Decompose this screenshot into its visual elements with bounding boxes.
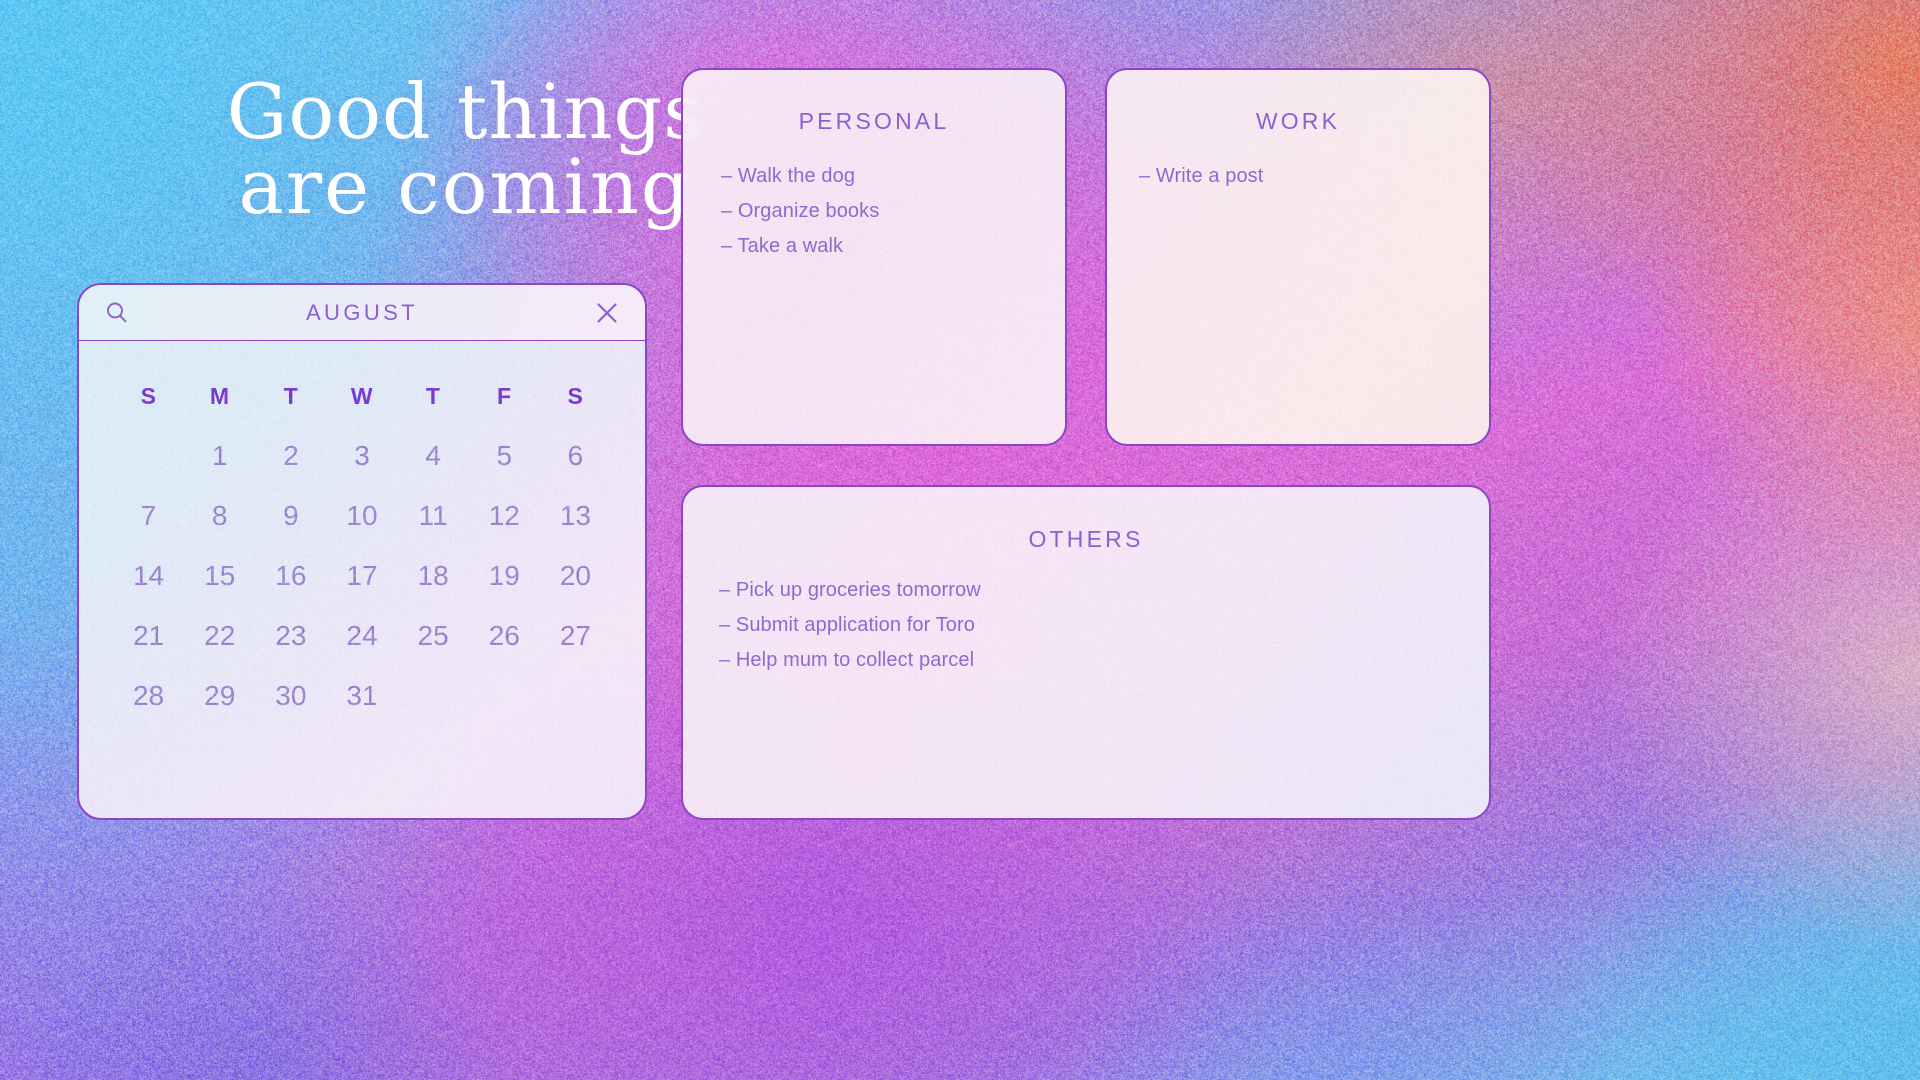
calendar-day-cell[interactable]: 27: [540, 612, 611, 660]
others-task-card: OTHERS – Pick up groceries tomorrow – Sub…: [681, 485, 1491, 820]
calendar-day-cell[interactable]: 20: [540, 552, 611, 600]
work-card-title: WORK: [1107, 70, 1489, 135]
calendar-day-cell[interactable]: 23: [255, 612, 326, 660]
calendar-day-cell[interactable]: 31: [326, 672, 397, 720]
close-icon[interactable]: [593, 299, 621, 327]
calendar-day-cell[interactable]: 13: [540, 492, 611, 540]
calendar-day-cell[interactable]: 15: [184, 552, 255, 600]
calendar-day-cell[interactable]: 26: [469, 612, 540, 660]
search-icon[interactable]: [103, 299, 131, 327]
calendar-day-cell[interactable]: 5: [469, 432, 540, 480]
task-item[interactable]: – Organize books: [721, 198, 1065, 225]
calendar-card: AUGUST SMTWTFS 1 2 3 4 5 6 7 8 9 10 11 12 13 14 15 16 17…: [77, 283, 647, 820]
calendar-day-cell[interactable]: 29: [184, 672, 255, 720]
calendar-day-cell[interactable]: 22: [184, 612, 255, 660]
calendar-month-label: AUGUST: [131, 300, 593, 326]
calendar-day-cell[interactable]: 2: [255, 432, 326, 480]
task-item[interactable]: – Take a walk: [721, 233, 1065, 260]
calendar-day-cell[interactable]: 28: [113, 672, 184, 720]
calendar-week-row: 7 8 9 10 11 12 13: [113, 492, 611, 540]
work-task-card: WORK – Write a post: [1105, 68, 1491, 446]
calendar-header: AUGUST: [79, 285, 645, 341]
calendar-weekday: F: [469, 383, 540, 410]
task-item[interactable]: – Help mum to collect parcel: [719, 647, 1489, 674]
calendar-day-cell[interactable]: 12: [469, 492, 540, 540]
calendar-day-cell[interactable]: 1: [184, 432, 255, 480]
calendar-weekday: T: [255, 383, 326, 410]
personal-card-title: PERSONAL: [683, 70, 1065, 135]
calendar-week-row: 14 15 16 17 18 19 20: [113, 552, 611, 600]
calendar-weekday: S: [113, 383, 184, 410]
calendar-day-empty: [113, 432, 184, 480]
calendar-day-cell[interactable]: 3: [326, 432, 397, 480]
calendar-week-row: 123456: [113, 432, 611, 480]
calendar-day-cell[interactable]: 8: [184, 492, 255, 540]
calendar-date-rows: 1 2 3 4 5 6 7 8 9 10 11 12 13 14 15 16 17 18 19 20 21 22 23 24 2…: [113, 432, 611, 720]
others-card-title: OTHERS: [683, 487, 1489, 553]
calendar-day-cell[interactable]: 4: [398, 432, 469, 480]
calendar-day-cell[interactable]: 21: [113, 612, 184, 660]
calendar-day-empty: [398, 672, 469, 720]
task-item[interactable]: – Walk the dog: [721, 163, 1065, 190]
calendar-weekday: M: [184, 383, 255, 410]
calendar-day-cell[interactable]: 25: [398, 612, 469, 660]
calendar-weekday: S: [540, 383, 611, 410]
calendar-weekday-row: SMTWTFS: [113, 383, 611, 410]
calendar-day-cell[interactable]: 18: [398, 552, 469, 600]
calendar-weekday: W: [326, 383, 397, 410]
calendar-week-row: 28 29 30 31: [113, 672, 611, 720]
wallpaper-canvas: Good things are coming AUGUST SMTWTFS 1 …: [0, 0, 1920, 1080]
others-task-list: – Pick up groceries tomorrow – Submit app…: [683, 577, 1489, 675]
calendar-grid: SMTWTFS 1 2 3 4 5 6 7 8 9 10 11 12 13 14 15 16 17 18 19 20 2…: [79, 341, 645, 720]
task-item[interactable]: – Pick up groceries tomorrow: [719, 577, 1489, 604]
calendar-day-cell[interactable]: 19: [469, 552, 540, 600]
calendar-weekday: T: [398, 383, 469, 410]
personal-task-card: PERSONAL – Walk the dog – Organize books –…: [681, 68, 1067, 446]
personal-task-list: – Walk the dog – Organize books – Take a w…: [683, 163, 1065, 261]
task-item[interactable]: – Submit application for Toro: [719, 612, 1489, 639]
work-task-list: – Write a post: [1107, 163, 1489, 190]
calendar-week-row: 21 22 23 24 25 26 27: [113, 612, 611, 660]
calendar-day-cell[interactable]: 7: [113, 492, 184, 540]
calendar-day-cell[interactable]: 30: [255, 672, 326, 720]
calendar-day-cell[interactable]: 16: [255, 552, 326, 600]
calendar-day-cell[interactable]: 24: [326, 612, 397, 660]
calendar-day-cell[interactable]: 14: [113, 552, 184, 600]
calendar-day-cell[interactable]: 6: [540, 432, 611, 480]
task-item[interactable]: – Write a post: [1139, 163, 1489, 190]
calendar-day-empty: [469, 672, 540, 720]
calendar-day-cell[interactable]: 17: [326, 552, 397, 600]
calendar-day-cell[interactable]: 11: [398, 492, 469, 540]
calendar-day-empty: [540, 672, 611, 720]
calendar-day-cell[interactable]: 9: [255, 492, 326, 540]
calendar-day-cell[interactable]: 10: [326, 492, 397, 540]
